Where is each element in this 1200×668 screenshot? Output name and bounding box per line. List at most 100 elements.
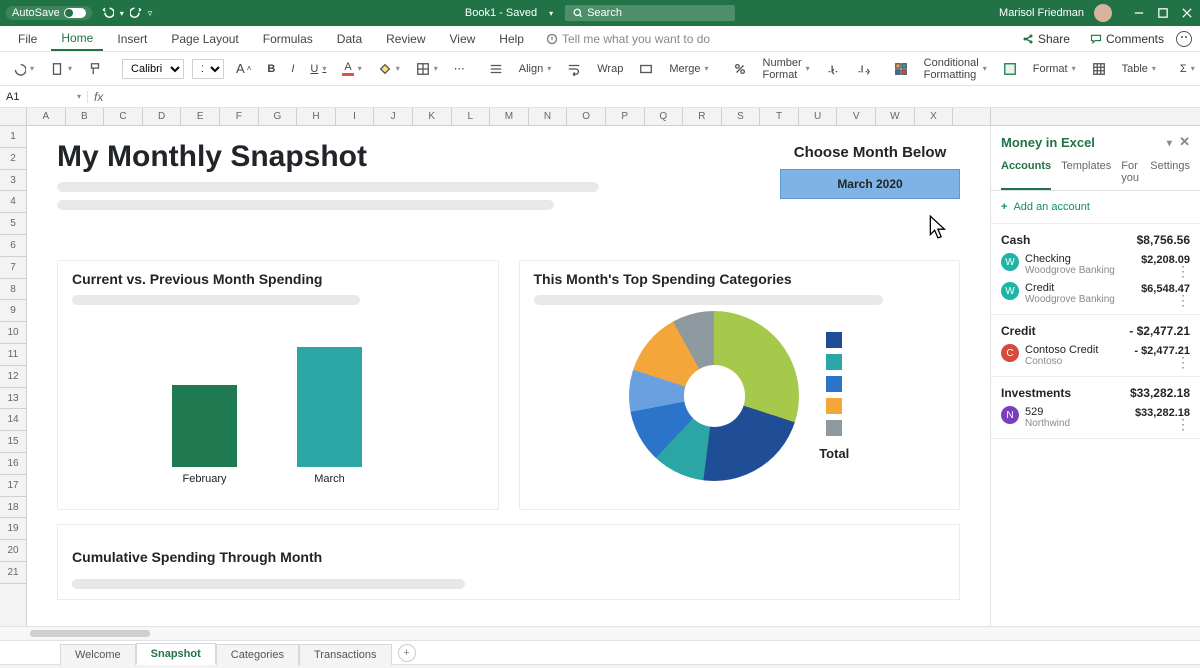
minimize-button[interactable] [1132, 6, 1146, 20]
row-header[interactable]: 7 [0, 257, 26, 279]
row-header[interactable]: 5 [0, 213, 26, 235]
ribbon-tab-file[interactable]: File [8, 28, 47, 50]
font-name-select[interactable]: Calibri [122, 59, 184, 79]
table-button[interactable]: Table [1118, 61, 1160, 77]
autosum-button[interactable]: Σ [1176, 61, 1199, 77]
add-sheet-button[interactable]: + [398, 644, 416, 662]
column-header[interactable]: J [374, 108, 413, 125]
more-icon[interactable]: ⋮ [1135, 419, 1190, 429]
font-size-select[interactable]: 11 [192, 59, 224, 79]
row-header[interactable]: 8 [0, 279, 26, 301]
column-header[interactable]: W [876, 108, 915, 125]
fill-color-button[interactable] [374, 60, 404, 78]
row-header[interactable]: 20 [0, 540, 26, 562]
wrap-text-button[interactable]: Wrap [593, 61, 627, 77]
row-header[interactable]: 1 [0, 126, 26, 148]
ribbon-tab-page-layout[interactable]: Page Layout [161, 28, 248, 50]
row-header[interactable]: 13 [0, 388, 26, 410]
add-account-button[interactable]: + Add an account [991, 191, 1200, 224]
share-button[interactable]: Share [1014, 28, 1078, 50]
bold-button[interactable]: B [263, 61, 279, 77]
column-header[interactable]: B [66, 108, 105, 125]
more-font-button[interactable]: ⋯ [450, 60, 469, 77]
ribbon-tab-help[interactable]: Help [489, 28, 534, 50]
column-header[interactable]: K [413, 108, 452, 125]
tell-me-input[interactable]: Tell me what you want to do [546, 32, 710, 46]
increase-font-button[interactable]: A˄ [232, 59, 255, 78]
column-header[interactable]: R [683, 108, 722, 125]
ribbon-tab-insert[interactable]: Insert [107, 28, 157, 50]
merge-button[interactable]: Merge [665, 61, 712, 77]
row-header[interactable]: 18 [0, 497, 26, 519]
row-header[interactable]: 2 [0, 148, 26, 170]
column-header[interactable]: C [104, 108, 143, 125]
row-header[interactable]: 19 [0, 518, 26, 540]
more-icon[interactable]: ⋮ [1141, 295, 1190, 305]
column-header[interactable]: L [452, 108, 491, 125]
panel-tab-for-you[interactable]: For you [1121, 154, 1140, 190]
row-header[interactable]: 9 [0, 300, 26, 322]
horizontal-scrollbar[interactable] [0, 626, 1200, 640]
column-header[interactable]: U [799, 108, 838, 125]
row-header[interactable]: 4 [0, 191, 26, 213]
account-item[interactable]: W CheckingWoodgrove Banking $2,208.09⋮ [1001, 250, 1190, 279]
feedback-icon[interactable] [1176, 31, 1192, 47]
sheet-tab-welcome[interactable]: Welcome [60, 644, 136, 665]
close-button[interactable] [1180, 6, 1194, 20]
account-item[interactable]: N 529Northwind $33,282.18⋮ [1001, 403, 1190, 432]
more-icon[interactable]: ⋮ [1141, 266, 1190, 276]
row-header[interactable]: 21 [0, 562, 26, 584]
column-header[interactable]: I [336, 108, 375, 125]
ribbon-tab-formulas[interactable]: Formulas [253, 28, 323, 50]
column-header[interactable]: T [760, 108, 799, 125]
ribbon-tab-view[interactable]: View [440, 28, 486, 50]
autosave-toggle[interactable]: AutoSave [6, 6, 92, 20]
column-header[interactable]: G [259, 108, 298, 125]
column-header[interactable]: S [722, 108, 761, 125]
comments-button[interactable]: Comments [1082, 28, 1172, 50]
avatar[interactable] [1094, 4, 1112, 22]
ribbon-tab-review[interactable]: Review [376, 28, 435, 50]
decrease-decimal-button[interactable] [852, 60, 874, 78]
format-painter-button[interactable] [84, 60, 106, 78]
undo-split-button[interactable] [8, 60, 38, 78]
row-header[interactable]: 10 [0, 322, 26, 344]
row-header[interactable]: 17 [0, 475, 26, 497]
row-header[interactable]: 11 [0, 344, 26, 366]
column-header[interactable]: F [220, 108, 259, 125]
formula-input[interactable] [109, 86, 1200, 107]
user-name[interactable]: Marisol Friedman [999, 7, 1084, 19]
column-header[interactable]: M [490, 108, 529, 125]
redo-icon[interactable] [130, 6, 142, 21]
select-all-corner[interactable] [0, 108, 27, 125]
sheet-tab-snapshot[interactable]: Snapshot [136, 643, 216, 665]
sheet-tab-transactions[interactable]: Transactions [299, 644, 392, 665]
panel-tab-settings[interactable]: Settings [1150, 154, 1190, 190]
panel-close-icon[interactable]: ✕ [1179, 134, 1190, 149]
row-header[interactable]: 16 [0, 453, 26, 475]
panel-menu-icon[interactable]: ▾ [1167, 138, 1172, 149]
ribbon-tab-home[interactable]: Home [51, 27, 103, 51]
row-header[interactable]: 12 [0, 366, 26, 388]
sheet-tab-categories[interactable]: Categories [216, 644, 299, 665]
row-header[interactable]: 15 [0, 431, 26, 453]
ribbon-tab-data[interactable]: Data [327, 28, 372, 50]
maximize-button[interactable] [1156, 6, 1170, 20]
row-header[interactable]: 14 [0, 409, 26, 431]
underline-button[interactable]: U [306, 61, 330, 77]
increase-decimal-button[interactable] [822, 60, 844, 78]
panel-tab-templates[interactable]: Templates [1061, 154, 1111, 190]
borders-button[interactable] [412, 60, 442, 78]
number-format-button[interactable]: Number Format [759, 55, 814, 83]
column-header[interactable]: D [143, 108, 182, 125]
format-button[interactable]: Format [1029, 61, 1080, 77]
column-header[interactable]: A [27, 108, 66, 125]
month-selector-button[interactable]: March 2020 [780, 169, 960, 199]
account-item[interactable]: C Contoso CreditContoso $2,477.21⋮ [1001, 341, 1190, 370]
conditional-formatting-button[interactable]: Conditional Formatting [920, 55, 991, 83]
column-header[interactable]: X [915, 108, 954, 125]
account-item[interactable]: W CreditWoodgrove Banking $6,548.47⋮ [1001, 279, 1190, 308]
percent-icon[interactable] [729, 60, 751, 78]
search-box[interactable]: Search [565, 5, 735, 21]
column-header[interactable]: E [181, 108, 220, 125]
